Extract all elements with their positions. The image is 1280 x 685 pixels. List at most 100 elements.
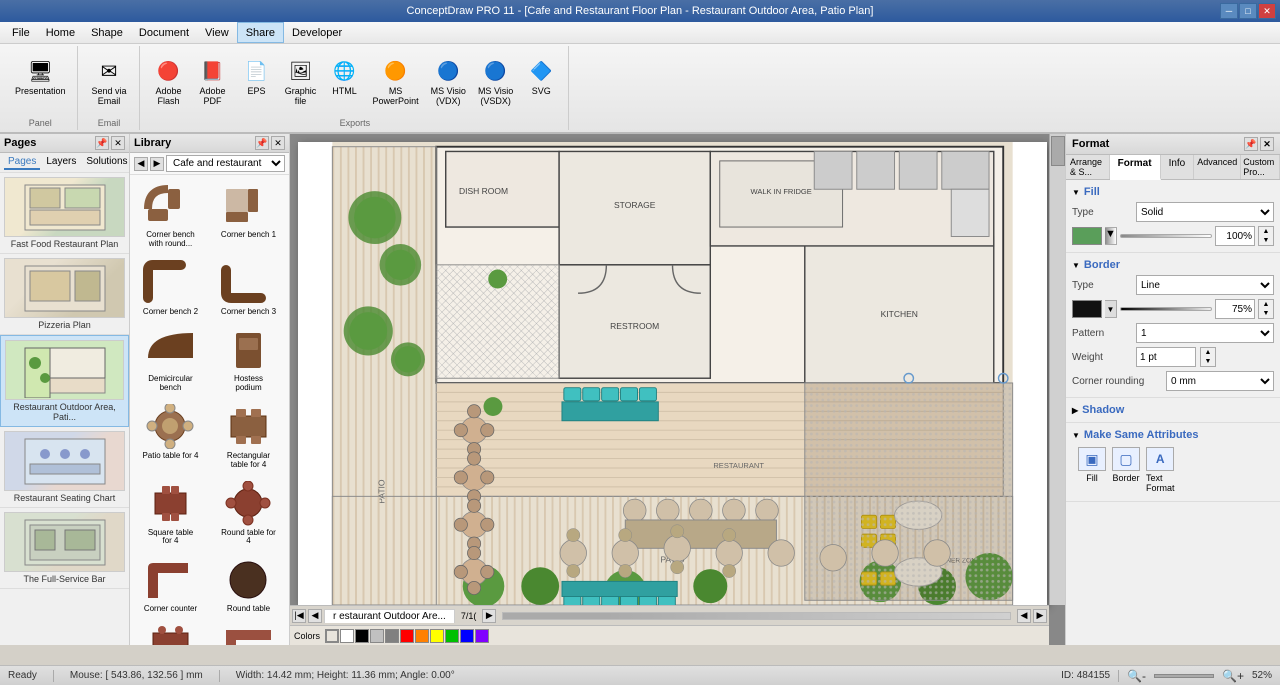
border-weight-up[interactable]: ▲: [1201, 348, 1215, 357]
tab-solutions[interactable]: Solutions: [82, 155, 131, 170]
lib-item-corner-bench-round[interactable]: Corner benchwith round...: [132, 177, 209, 253]
tab-arrange[interactable]: Arrange & S...: [1066, 155, 1110, 179]
pages-panel-close-button[interactable]: ✕: [111, 136, 125, 150]
shadow-section-header[interactable]: ▶ Shadow: [1072, 402, 1274, 418]
lib-item-corner-bench-3[interactable]: Corner bench 3: [210, 254, 287, 321]
canvas-vertical-scrollbar[interactable]: [1049, 134, 1065, 605]
ribbon-presentation-button[interactable]: 🖥 Presentation: [10, 52, 71, 100]
menu-shape[interactable]: Shape: [83, 22, 131, 43]
border-color-arrow[interactable]: ▼: [1105, 300, 1117, 318]
menu-home[interactable]: Home: [38, 22, 83, 43]
zoom-in-button[interactable]: 🔍+: [1222, 669, 1244, 683]
lib-item-demicircular-bench[interactable]: Demicircularbench: [132, 321, 209, 397]
make-same-border-button[interactable]: ▢ Border: [1112, 447, 1140, 493]
border-corner-select[interactable]: 0 mm: [1166, 371, 1274, 391]
border-color-swatch[interactable]: [1072, 300, 1102, 318]
fill-opacity-down[interactable]: ▼: [1259, 236, 1273, 245]
border-weight-input[interactable]: [1136, 347, 1196, 367]
make-same-fill-button[interactable]: ▣ Fill: [1078, 447, 1106, 493]
lib-item-patio-table[interactable]: Patio table for 4: [132, 398, 209, 474]
page-thumbnail-fullservice[interactable]: The Full-Service Bar: [0, 508, 129, 589]
page-thumbnail-seating[interactable]: Restaurant Seating Chart: [0, 427, 129, 508]
canvas-active-tab[interactable]: r estaurant Outdoor Are...: [324, 609, 455, 623]
tab-format[interactable]: Format: [1110, 155, 1161, 180]
page-thumbnail-pizzeria[interactable]: Pizzeria Plan: [0, 254, 129, 335]
zoom-out-button[interactable]: 🔍-: [1127, 669, 1146, 683]
blue-color-swatch[interactable]: [460, 629, 474, 643]
menu-document[interactable]: Document: [131, 22, 197, 43]
lib-item-rectangular-table[interactable]: Rectangulartable for 4: [210, 398, 287, 474]
ribbon-graphic-button[interactable]: 🖼 Graphicfile: [280, 52, 322, 110]
lib-item-corner-bench-1[interactable]: Corner bench 1: [210, 177, 287, 253]
canvas-area[interactable]: DISH ROOM STORAGE KITCHEN WALK IN FRIDGE: [290, 134, 1065, 645]
canvas-prev-page-button[interactable]: ◀: [308, 609, 322, 623]
canvas-next-page-button[interactable]: ▶: [482, 609, 496, 623]
page-thumbnail-outdoor[interactable]: Restaurant Outdoor Area, Pati...: [0, 335, 129, 427]
tab-layers[interactable]: Layers: [42, 155, 80, 170]
ribbon-ms-visio-vsdx-button[interactable]: 🔵 MS Visio(VSDX): [473, 52, 518, 110]
lib-item-square-table-round[interactable]: Square tablewith round...: [132, 619, 209, 645]
border-opacity-down[interactable]: ▼: [1259, 309, 1273, 318]
fill-opacity-slider[interactable]: [1120, 234, 1212, 238]
yellow-color-swatch[interactable]: [430, 629, 444, 643]
lib-item-square-table[interactable]: Square tablefor 4: [132, 475, 209, 551]
tab-info[interactable]: Info: [1161, 155, 1195, 179]
menu-file[interactable]: File: [4, 22, 38, 43]
lib-item-corner-table[interactable]: Corner table: [210, 619, 287, 645]
black-color-swatch[interactable]: [355, 629, 369, 643]
format-panel-pin-button[interactable]: 📌: [1244, 137, 1258, 151]
lib-item-hostess-podium[interactable]: Hostesspodium: [210, 321, 287, 397]
ribbon-adobe-flash-button[interactable]: 🔴 AdobeFlash: [148, 52, 190, 110]
ribbon-svg-button[interactable]: 🔷 SVG: [520, 52, 562, 100]
tab-custom-pro[interactable]: Custom Pro...: [1241, 155, 1280, 179]
fill-opacity-up[interactable]: ▲: [1259, 227, 1273, 236]
canvas-horizontal-scrollbar[interactable]: [502, 612, 1011, 620]
lib-item-round-table-4[interactable]: Round table for4: [210, 475, 287, 551]
green-color-swatch[interactable]: [445, 629, 459, 643]
make-same-text-format-button[interactable]: A TextFormat: [1146, 447, 1175, 493]
ribbon-ms-powerpoint-button[interactable]: 🟠 MSPowerPoint: [368, 52, 424, 110]
menu-view[interactable]: View: [197, 22, 237, 43]
tab-pages[interactable]: Pages: [4, 155, 40, 170]
fill-color-arrow[interactable]: ▼: [1105, 227, 1117, 245]
library-prev-button[interactable]: ◀: [134, 157, 148, 171]
library-next-button[interactable]: ▶: [150, 157, 164, 171]
library-category-select[interactable]: Cafe and restaurant: [166, 155, 285, 172]
gray-color-swatch[interactable]: [385, 629, 399, 643]
canvas-scroll-left-button[interactable]: ◀: [1017, 609, 1031, 623]
menu-share[interactable]: Share: [237, 22, 284, 43]
fill-section-header[interactable]: ▼ Fill: [1072, 184, 1274, 200]
format-panel-close-button[interactable]: ✕: [1260, 137, 1274, 151]
lib-item-round-table[interactable]: Round table: [210, 551, 287, 618]
fill-color-swatch[interactable]: [1072, 227, 1102, 245]
border-weight-down[interactable]: ▼: [1201, 357, 1215, 366]
purple-color-swatch[interactable]: [475, 629, 489, 643]
lib-item-corner-counter[interactable]: Corner counter: [132, 551, 209, 618]
lib-item-corner-bench-2[interactable]: Corner bench 2: [132, 254, 209, 321]
menu-developer[interactable]: Developer: [284, 22, 350, 43]
border-section-header[interactable]: ▼ Border: [1072, 257, 1274, 273]
ribbon-html-button[interactable]: 🌐 HTML: [324, 52, 366, 100]
orange-color-swatch[interactable]: [415, 629, 429, 643]
canvas-scroll-right-button[interactable]: ▶: [1033, 609, 1047, 623]
ribbon-send-email-button[interactable]: ✉ Send viaEmail: [87, 52, 132, 110]
border-opacity-input[interactable]: [1215, 299, 1255, 319]
no-color-swatch[interactable]: [325, 629, 339, 643]
library-close-button[interactable]: ✕: [271, 136, 285, 150]
maximize-button[interactable]: □: [1239, 3, 1257, 19]
border-pattern-select[interactable]: 1: [1136, 323, 1274, 343]
pages-panel-pin-button[interactable]: 📌: [95, 136, 109, 150]
red-color-swatch[interactable]: [400, 629, 414, 643]
window-controls[interactable]: ─ □ ✕: [1220, 3, 1276, 19]
ribbon-adobe-pdf-button[interactable]: 📕 AdobePDF: [192, 52, 234, 110]
border-opacity-up[interactable]: ▲: [1259, 300, 1273, 309]
make-same-section-header[interactable]: ▼ Make Same Attributes: [1072, 427, 1274, 443]
zoom-slider[interactable]: [1154, 674, 1214, 678]
fill-type-select[interactable]: Solid: [1136, 202, 1274, 222]
fill-opacity-input[interactable]: [1215, 226, 1255, 246]
silver-color-swatch[interactable]: [370, 629, 384, 643]
canvas-first-page-button[interactable]: |◀: [292, 609, 306, 623]
border-opacity-slider[interactable]: [1120, 307, 1212, 311]
minimize-button[interactable]: ─: [1220, 3, 1238, 19]
tab-advanced[interactable]: Advanced: [1194, 155, 1241, 179]
